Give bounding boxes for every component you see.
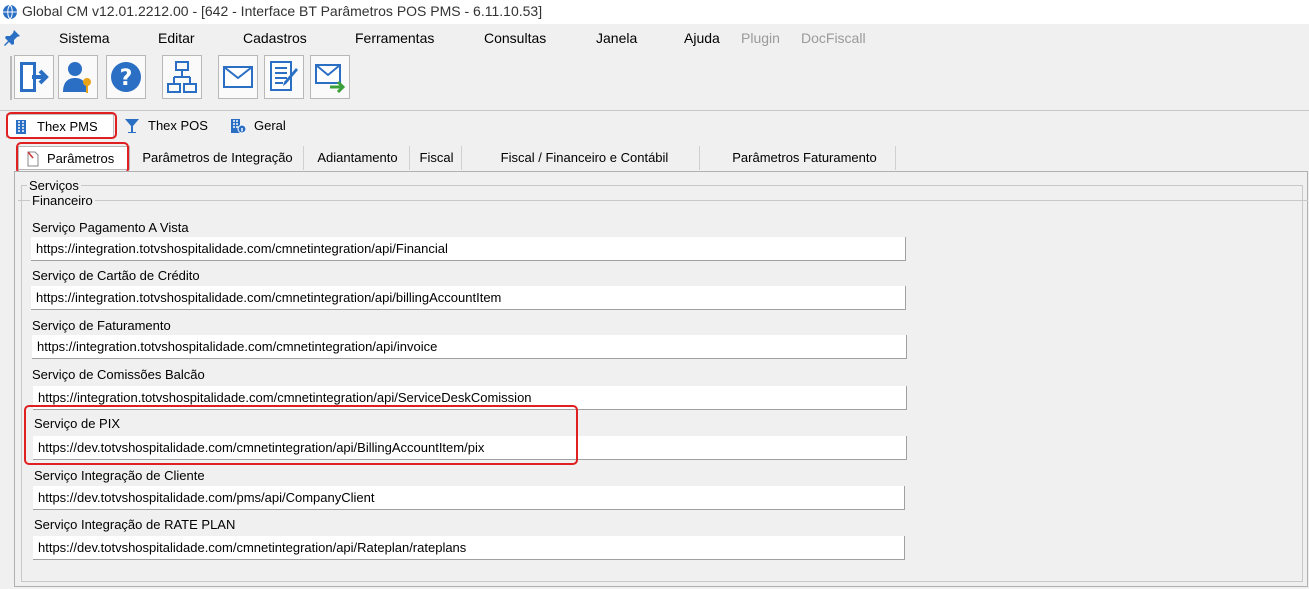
user-key-icon [63,62,91,93]
tab-label: Thex PMS [37,119,98,134]
integracao-cliente-input[interactable] [33,486,905,510]
document-edit-button[interactable] [264,55,304,99]
title-bar: Global CM v12.01.2212.00 - [642 - Interf… [0,0,1309,24]
label-pagamento-a-vista: Serviço Pagamento A Vista [32,220,189,235]
tab-geral[interactable]: Geral [224,114,304,138]
menu-plugin: Plugin [741,30,780,46]
financeiro-group-label: Financeiro [30,193,95,208]
email-send-icon [315,64,346,94]
tab-parametros[interactable]: Parâmetros [18,146,130,170]
menu-editar[interactable]: Editar [158,30,195,46]
help-button[interactable]: ? [106,55,146,99]
menu-ajuda[interactable]: Ajuda [684,30,720,46]
menu-docfiscall: DocFiscall [801,30,866,46]
rate-plan-input[interactable] [33,536,905,560]
main-tab-strip: Thex PMS Thex POS Geral [0,110,1309,141]
network-icon [167,61,197,93]
tab-thex-pms[interactable]: Thex PMS [6,114,114,138]
email-send-button[interactable] [310,55,350,99]
menu-janela[interactable]: Janela [596,30,637,46]
svg-text:?: ? [120,66,133,91]
comissoes-balcao-input[interactable] [33,386,907,410]
tab-adiantamento[interactable]: Adiantamento [306,146,410,170]
pin-icon[interactable] [2,28,22,48]
cartao-credito-input[interactable] [31,286,906,310]
sub-tab-strip: Parâmetros Parâmetros de Integração Adia… [14,144,1309,172]
pagamento-a-vista-input[interactable] [31,237,906,261]
label-cartao-credito: Serviço de Cartão de Crédito [32,268,200,283]
label-faturamento: Serviço de Faturamento [32,318,171,333]
building-icon [16,120,26,134]
exit-icon [20,62,49,92]
label-rate-plan: Serviço Integração de RATE PLAN [34,517,236,532]
help-icon: ? [111,62,141,92]
window-title: Global CM v12.01.2212.00 - [642 - Interf… [22,3,543,19]
servicos-group-label: Serviços [27,178,81,193]
tab-label: Geral [254,118,286,133]
tab-thex-pos[interactable]: Thex POS [118,114,218,138]
menu-bar: Sistema Editar Cadastros Ferramentas Con… [0,24,1309,52]
label-pix: Serviço de PIX [34,416,120,431]
tab-fiscal[interactable]: Fiscal [412,146,462,170]
toolbar-grip [10,56,12,100]
network-button[interactable] [162,55,202,99]
tab-fiscal-financeiro-contabil[interactable]: Fiscal / Financeiro e Contábil [470,146,700,170]
menu-sistema[interactable]: Sistema [59,30,110,46]
menu-cadastros[interactable]: Cadastros [243,30,307,46]
document-edit-icon [270,61,298,91]
pix-input[interactable] [33,436,907,460]
glass-icon [125,119,139,133]
document-icon [27,151,39,167]
tab-parametros-faturamento[interactable]: Parâmetros Faturamento [714,146,896,170]
menu-ferramentas[interactable]: Ferramentas [355,30,434,46]
menu-consultas[interactable]: Consultas [484,30,546,46]
toolbar: ? [0,52,1309,106]
tab-label: Parâmetros [47,151,115,166]
email-button[interactable] [218,55,258,99]
label-integracao-cliente: Serviço Integração de Cliente [34,468,205,483]
building-info-icon [231,119,246,134]
faturamento-input[interactable] [32,335,907,359]
user-key-button[interactable] [58,55,98,99]
email-icon [223,66,253,88]
tab-parametros-integracao[interactable]: Parâmetros de Integração [132,146,304,170]
tab-label: Thex POS [148,118,208,133]
exit-button[interactable] [14,55,54,99]
globe-icon [3,4,17,20]
label-comissoes-balcao: Serviço de Comissões Balcão [32,367,205,382]
